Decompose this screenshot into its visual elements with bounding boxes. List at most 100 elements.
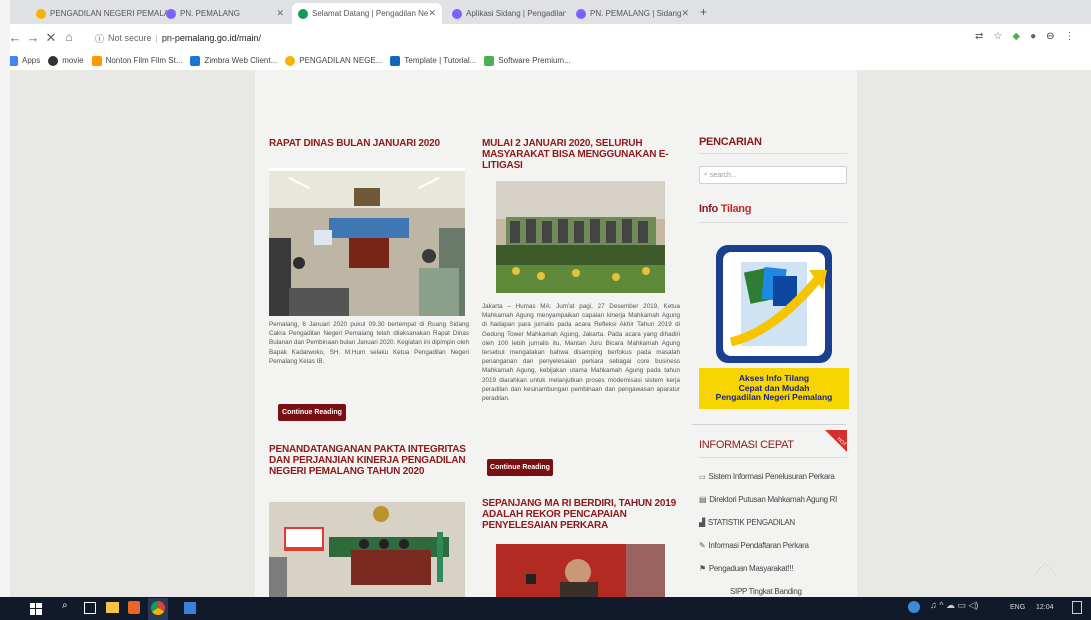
bookmark-apps[interactable]: Apps	[8, 55, 41, 66]
star-icon[interactable]: ☆	[993, 31, 1002, 42]
chrome-icon	[151, 601, 165, 615]
search-icon: ⌕	[704, 171, 708, 178]
quick-link-label: SIPP Tingkat Banding	[730, 587, 802, 596]
post-title[interactable]: PENANDATANGANAN PAKTA INTEGRITAS DAN PER…	[269, 444, 469, 477]
press-event-photo-icon	[496, 181, 665, 293]
app-icon[interactable]	[128, 601, 140, 614]
browser-actions: ⇄ ☆ ◆ ● ⊖ ⋮	[975, 31, 1075, 42]
post-title[interactable]: MULAI 2 JANUARI 2020, SELURUH MASYARAKAT…	[482, 138, 682, 171]
windows-start-icon[interactable]	[30, 602, 42, 615]
page-viewport[interactable]: RAPAT DINAS BULAN JANUARI 2020 Pemalang,…	[10, 70, 1091, 597]
search-input[interactable]: ⌕ search...	[699, 166, 847, 184]
browser-tab[interactable]: PN. PEMALANG ✕	[160, 3, 290, 24]
search-icon[interactable]: ⌕	[62, 600, 68, 611]
speaker-photo-icon	[496, 544, 665, 597]
stop-icon[interactable]: ✕	[44, 30, 58, 46]
app-icon[interactable]	[184, 602, 196, 614]
search-heading: PENCARIAN	[699, 136, 762, 148]
quick-link-label: Pengaduan Masyarakat!!!	[708, 564, 794, 573]
separator: |	[155, 33, 158, 43]
quick-link-statistics[interactable]: ▟ STATISTIK PENGADILAN	[699, 518, 795, 527]
language-indicator[interactable]: ENG	[1010, 604, 1025, 611]
people-icon[interactable]	[908, 601, 920, 613]
quick-link-registration[interactable]: ✎ Informasi Pendaftaran Perkara	[699, 541, 809, 550]
tab-label: Selamat Datang | Pengadilan Ne	[312, 9, 429, 18]
post-photo[interactable]	[269, 168, 465, 316]
browser-tab[interactable]: Aplikasi Sidang | Pengadilan Ne ✕	[446, 3, 566, 24]
heading-part: Tilang	[720, 203, 752, 215]
continue-reading-button[interactable]: Continue Reading	[278, 404, 346, 421]
post-title[interactable]: SEPANJANG MA RI BERDIRI, TAHUN 2019 ADAL…	[482, 498, 682, 531]
bookmark-label: Zimbra Web Client...	[204, 56, 278, 65]
menu-icon[interactable]: ⋮	[1065, 31, 1075, 42]
forward-icon[interactable]: →	[26, 30, 40, 45]
extension-icon[interactable]: ◆	[1012, 31, 1020, 42]
bookmark-item[interactable]: movie	[48, 55, 84, 66]
url-field[interactable]: ⓘ Not secure | pn-pemalang.go.id/main/	[95, 29, 965, 47]
tab-favicon-icon	[298, 8, 308, 19]
bookmark-label: PENGADILAN NEGE...	[299, 56, 383, 65]
bookmark-favicon-icon	[190, 55, 201, 66]
tilang-banner[interactable]: Akses Info Tilang Cepat dan Mudah Pengad…	[699, 368, 849, 409]
quick-link-label: Direktori Putusan Mahkamah Agung RI	[709, 495, 838, 504]
post-photo[interactable]	[496, 544, 665, 597]
browser-tab[interactable]: PN. PEMALANG | Sidang ✕	[570, 3, 695, 24]
divider	[699, 153, 847, 154]
account-icon[interactable]: ⊖	[1046, 31, 1054, 42]
quick-link-directory[interactable]: ▤ Direktori Putusan Mahkamah Agung RI	[699, 495, 837, 504]
bookmarks-bar: Apps movie Nonton Film Film St... Zimbra…	[0, 51, 1091, 71]
home-icon[interactable]: ⌂	[62, 30, 76, 44]
file-explorer-icon[interactable]	[106, 602, 119, 613]
task-view-icon[interactable]	[84, 602, 96, 614]
chart-icon: ▟	[699, 518, 705, 527]
clock[interactable]: 12:04	[1036, 604, 1054, 611]
scroll-top-button[interactable]	[1030, 555, 1060, 585]
bookmark-label: Apps	[22, 56, 41, 65]
hot-badge: HOT	[825, 430, 847, 452]
post-photo[interactable]	[269, 502, 465, 597]
quick-info-heading: INFORMASI CEPAT	[699, 439, 794, 451]
translate-icon[interactable]: ⇄	[975, 31, 983, 42]
notifications-icon[interactable]	[1072, 601, 1082, 614]
bookmark-label: movie	[62, 56, 84, 65]
tab-label: PENGADILAN NEGERI PEMALA	[50, 9, 170, 18]
directory-icon: ▤	[699, 495, 707, 504]
chrome-taskbar-button[interactable]	[148, 598, 168, 620]
quick-link-complaint[interactable]: ⚑ Pengaduan Masyarakat!!!	[699, 564, 793, 573]
close-icon[interactable]: ✕	[428, 8, 436, 19]
bookmark-item[interactable]: Zimbra Web Client...	[190, 55, 278, 66]
continue-reading-button[interactable]: Continue Reading	[487, 459, 553, 476]
quick-link-sipp[interactable]: ▭ Sistem Informasi Penelusuran Perkara	[699, 472, 835, 481]
info-icon[interactable]: ⓘ	[95, 32, 104, 45]
back-icon[interactable]: ←	[8, 30, 22, 45]
bookmark-item[interactable]: Nonton Film Film St...	[91, 55, 182, 66]
close-icon[interactable]: ✕	[681, 8, 689, 19]
post-excerpt: Jakarta – Humas MA: Jum'at pagi, 27 Dese…	[482, 303, 680, 403]
new-tab-button[interactable]: +	[700, 5, 707, 19]
system-tray-icon[interactable]: ♫ ^ ☁ ▭ ◁)	[930, 600, 978, 611]
quick-link-appeal[interactable]: SIPP Tingkat Banding	[730, 587, 802, 596]
taskbar: ⌕ ♫ ^ ☁ ▭ ◁) ENG 12:04	[0, 597, 1091, 620]
tab-label: Aplikasi Sidang | Pengadilan Ne	[466, 9, 566, 18]
close-icon[interactable]: ✕	[276, 8, 284, 19]
search-placeholder: search...	[709, 171, 737, 179]
divider	[699, 457, 847, 458]
tilang-phone-graphic[interactable]	[713, 242, 835, 366]
tab-favicon-icon	[452, 8, 462, 19]
heading-part: Info	[699, 203, 718, 215]
tab-favicon-icon	[166, 8, 176, 19]
extension-icon[interactable]: ●	[1030, 31, 1036, 42]
complaint-icon: ⚑	[699, 564, 706, 573]
quick-link-label: Informasi Pendaftaran Perkara	[708, 541, 809, 550]
bookmark-item[interactable]: PENGADILAN NEGE...	[285, 55, 383, 66]
browser-tab-active[interactable]: Selamat Datang | Pengadilan Ne ✕	[292, 3, 442, 24]
bookmark-label: Software Premium...	[498, 56, 571, 65]
url-text: pn-pemalang.go.id/main/	[161, 33, 261, 43]
post-photo[interactable]	[496, 181, 665, 293]
post-title[interactable]: RAPAT DINAS BULAN JANUARI 2020	[269, 138, 469, 149]
window-edge	[0, 0, 10, 620]
bookmark-item[interactable]: Template | Tutorial...	[390, 55, 476, 66]
post-excerpt: Pemalang, 6 Januari 2020 pukul 09.30 ber…	[269, 321, 469, 365]
info-icon: ✎	[699, 541, 706, 550]
bookmark-item[interactable]: Software Premium...	[484, 55, 571, 66]
